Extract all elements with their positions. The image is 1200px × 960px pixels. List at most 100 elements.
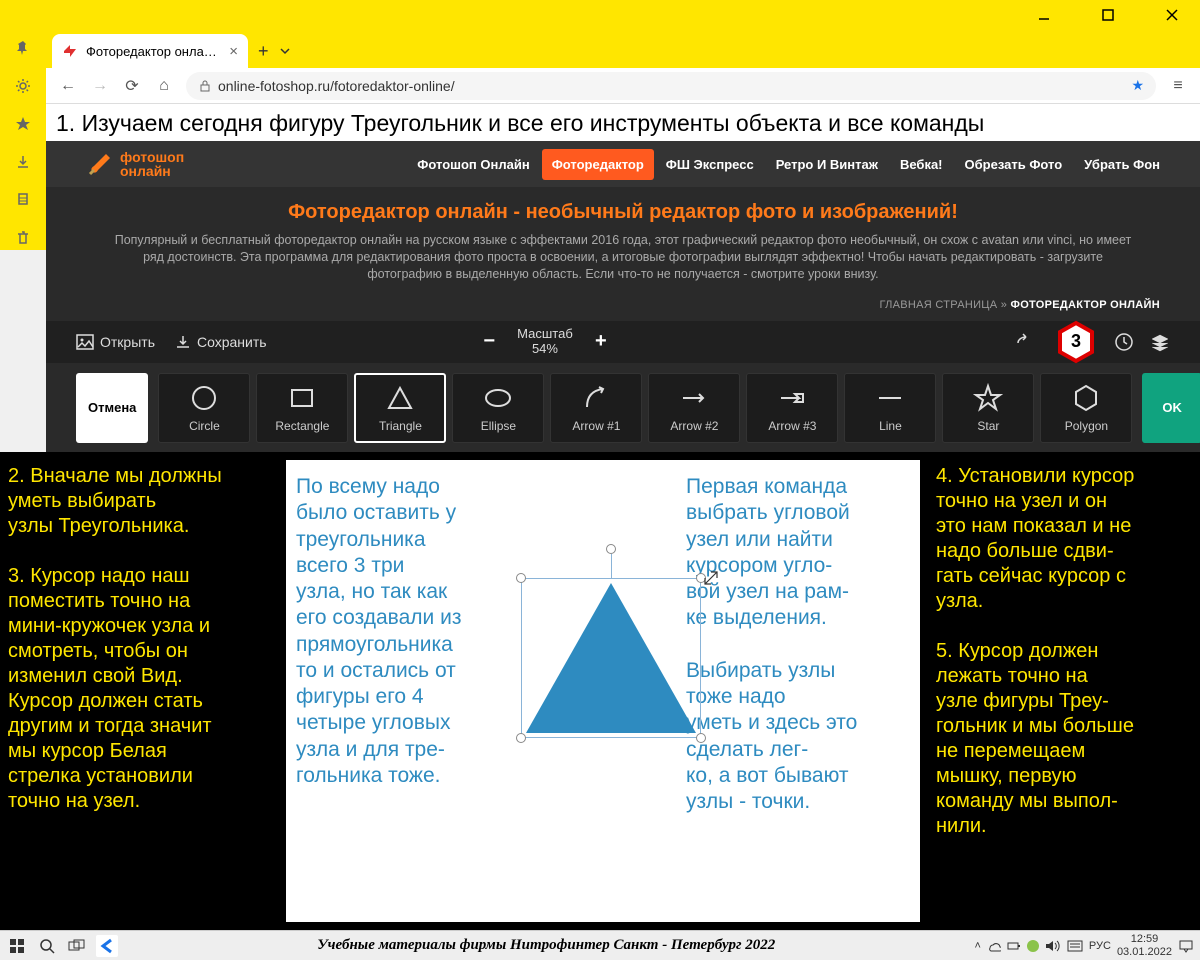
tab-title: Фоторедактор онлайн с	[86, 44, 221, 59]
canvas-note-right: Первая команда выбрать угловой узел или …	[686, 474, 910, 908]
shape-label: Circle	[189, 419, 220, 433]
taskbar-caption: Учебные материалы фирмы Нитрофинтер Санк…	[317, 937, 775, 954]
selection-handle-br[interactable]	[696, 733, 706, 743]
history-icon[interactable]	[1114, 332, 1134, 352]
toolbar-right: 3	[1016, 320, 1170, 364]
nav-link-3[interactable]: Ретро И Винтаж	[766, 149, 888, 180]
instruction-area: 2. Вначале мы должны уметь выбирать узлы…	[0, 452, 1200, 930]
rotation-handle[interactable]	[606, 544, 616, 554]
keyboard-icon[interactable]	[1067, 940, 1083, 952]
line-icon	[875, 383, 905, 413]
battery-icon[interactable]	[1007, 939, 1021, 953]
start-button[interactable]	[6, 935, 28, 957]
canvas-white[interactable]: По всему надо было оставить у треугольни…	[286, 460, 920, 922]
nav-link-0[interactable]: Фотошоп Онлайн	[407, 149, 539, 180]
shape-tool-arrow1[interactable]: Arrow #1	[550, 373, 642, 443]
hero-title: Фоторедактор онлайн - необычный редактор…	[106, 201, 1140, 224]
system-tray: ˄ РУС 12:59 03.01.2022	[974, 933, 1194, 957]
clock-date: 03.01.2022	[1117, 946, 1172, 958]
cancel-button[interactable]: Отмена	[76, 373, 148, 443]
hero-section: Фоторедактор онлайн - необычный редактор…	[46, 187, 1200, 289]
rotation-line	[611, 554, 612, 578]
forward-button[interactable]: →	[90, 77, 110, 95]
zoom-controls: − Масштаб 54% +	[479, 327, 611, 356]
save-button[interactable]: Сохранить	[175, 334, 267, 350]
chevron-down-icon[interactable]	[279, 45, 291, 57]
bookmark-star-icon[interactable]: ★	[1131, 77, 1144, 94]
home-button[interactable]: ⌂	[154, 77, 174, 95]
task-view-icon[interactable]	[66, 935, 88, 957]
close-button[interactable]	[1152, 0, 1192, 30]
minimize-icon	[1038, 9, 1050, 21]
tab-actions: +	[248, 34, 301, 68]
back-button[interactable]: ←	[58, 77, 78, 95]
maximize-button[interactable]	[1088, 0, 1128, 30]
shape-tool-arrow3[interactable]: Arrow #3	[746, 373, 838, 443]
app-container: фотошоп онлайн Фотошоп ОнлайнФоторедакто…	[46, 141, 1200, 457]
star-outline-icon[interactable]	[13, 114, 33, 134]
language-indicator[interactable]: РУС	[1089, 940, 1111, 952]
tab-close-icon[interactable]: ×	[229, 43, 238, 60]
shape-tool-star[interactable]: Star	[942, 373, 1034, 443]
nav-link-1[interactable]: Фоторедактор	[542, 149, 654, 180]
url-field[interactable]: online-fotoshop.ru/fotoredaktor-online/ …	[186, 72, 1156, 100]
zoom-out-button[interactable]: −	[479, 330, 499, 353]
brand-text: фотошоп онлайн	[120, 150, 184, 178]
step-badge-number: 3	[1071, 331, 1081, 352]
tab-strip: Фоторедактор онлайн с × +	[46, 30, 1200, 68]
open-button[interactable]: Открыть	[76, 334, 155, 350]
canvas-note-left: По всему надо было оставить у треугольни…	[296, 474, 501, 908]
app-toolbar: Открыть Сохранить − Масштаб 54% + 3	[46, 321, 1200, 363]
shape-tool-arrow2[interactable]: Arrow #2	[648, 373, 740, 443]
breadcrumb-home[interactable]: ГЛАВНАЯ СТРАНИЦА	[879, 299, 997, 311]
volume-icon[interactable]	[1045, 940, 1061, 952]
reload-button[interactable]: ⟳	[122, 76, 142, 96]
browser-sidebar	[0, 30, 46, 250]
triangle-shape[interactable]	[521, 578, 701, 738]
shape-tool-polygon[interactable]: Polygon	[1040, 373, 1132, 443]
menu-button[interactable]: ≡	[1168, 77, 1188, 95]
arrow3-icon	[777, 383, 807, 413]
ok-button[interactable]: OK	[1142, 373, 1200, 443]
layers-icon[interactable]	[1150, 332, 1170, 352]
nav-link-5[interactable]: Обрезать Фото	[955, 149, 1073, 180]
nav-link-2[interactable]: ФШ Экспресс	[656, 149, 764, 180]
new-tab-button[interactable]: +	[258, 41, 269, 62]
shape-label: Star	[977, 419, 999, 433]
tray-chevron-icon[interactable]: ˄	[974, 940, 980, 952]
zoom-in-button[interactable]: +	[591, 330, 611, 353]
brand[interactable]: фотошоп онлайн	[86, 150, 184, 178]
app-header: фотошоп онлайн Фотошоп ОнлайнФоторедакто…	[46, 141, 1200, 187]
shape-tool-rectangle[interactable]: Rectangle	[256, 373, 348, 443]
search-icon[interactable]	[36, 935, 58, 957]
lock-icon	[198, 79, 212, 93]
tray-status-icon[interactable]	[1027, 940, 1039, 952]
shape-tool-circle[interactable]: Circle	[158, 373, 250, 443]
copy-icon[interactable]	[13, 190, 33, 210]
shape-tool-triangle[interactable]: Triangle	[354, 373, 446, 443]
undo-icon[interactable]	[1016, 333, 1038, 351]
gear-icon[interactable]	[13, 76, 33, 96]
trash-icon[interactable]	[13, 228, 33, 248]
download-icon	[175, 334, 191, 350]
maximize-icon	[1102, 9, 1114, 21]
onedrive-icon[interactable]	[987, 939, 1001, 953]
window-titlebar	[0, 0, 1200, 30]
minimize-button[interactable]	[1024, 0, 1064, 30]
selection-handle-tl[interactable]	[516, 573, 526, 583]
shape-tool-line[interactable]: Line	[844, 373, 936, 443]
triangle-figure[interactable]	[521, 550, 711, 750]
download-icon[interactable]	[13, 152, 33, 172]
selection-handle-bl[interactable]	[516, 733, 526, 743]
clock[interactable]: 12:59 03.01.2022	[1117, 933, 1172, 957]
app-taskbar-icon[interactable]	[96, 935, 118, 957]
close-icon	[1166, 9, 1178, 21]
pin-icon[interactable]	[13, 38, 33, 58]
browser-tab[interactable]: Фоторедактор онлайн с ×	[52, 34, 248, 68]
shape-label: Triangle	[379, 419, 422, 433]
nav-link-4[interactable]: Вебка!	[890, 149, 953, 180]
nav-link-6[interactable]: Убрать Фон	[1074, 149, 1170, 180]
clock-time: 12:59	[1117, 933, 1172, 945]
shape-tool-ellipse[interactable]: Ellipse	[452, 373, 544, 443]
notification-icon[interactable]	[1178, 939, 1194, 953]
